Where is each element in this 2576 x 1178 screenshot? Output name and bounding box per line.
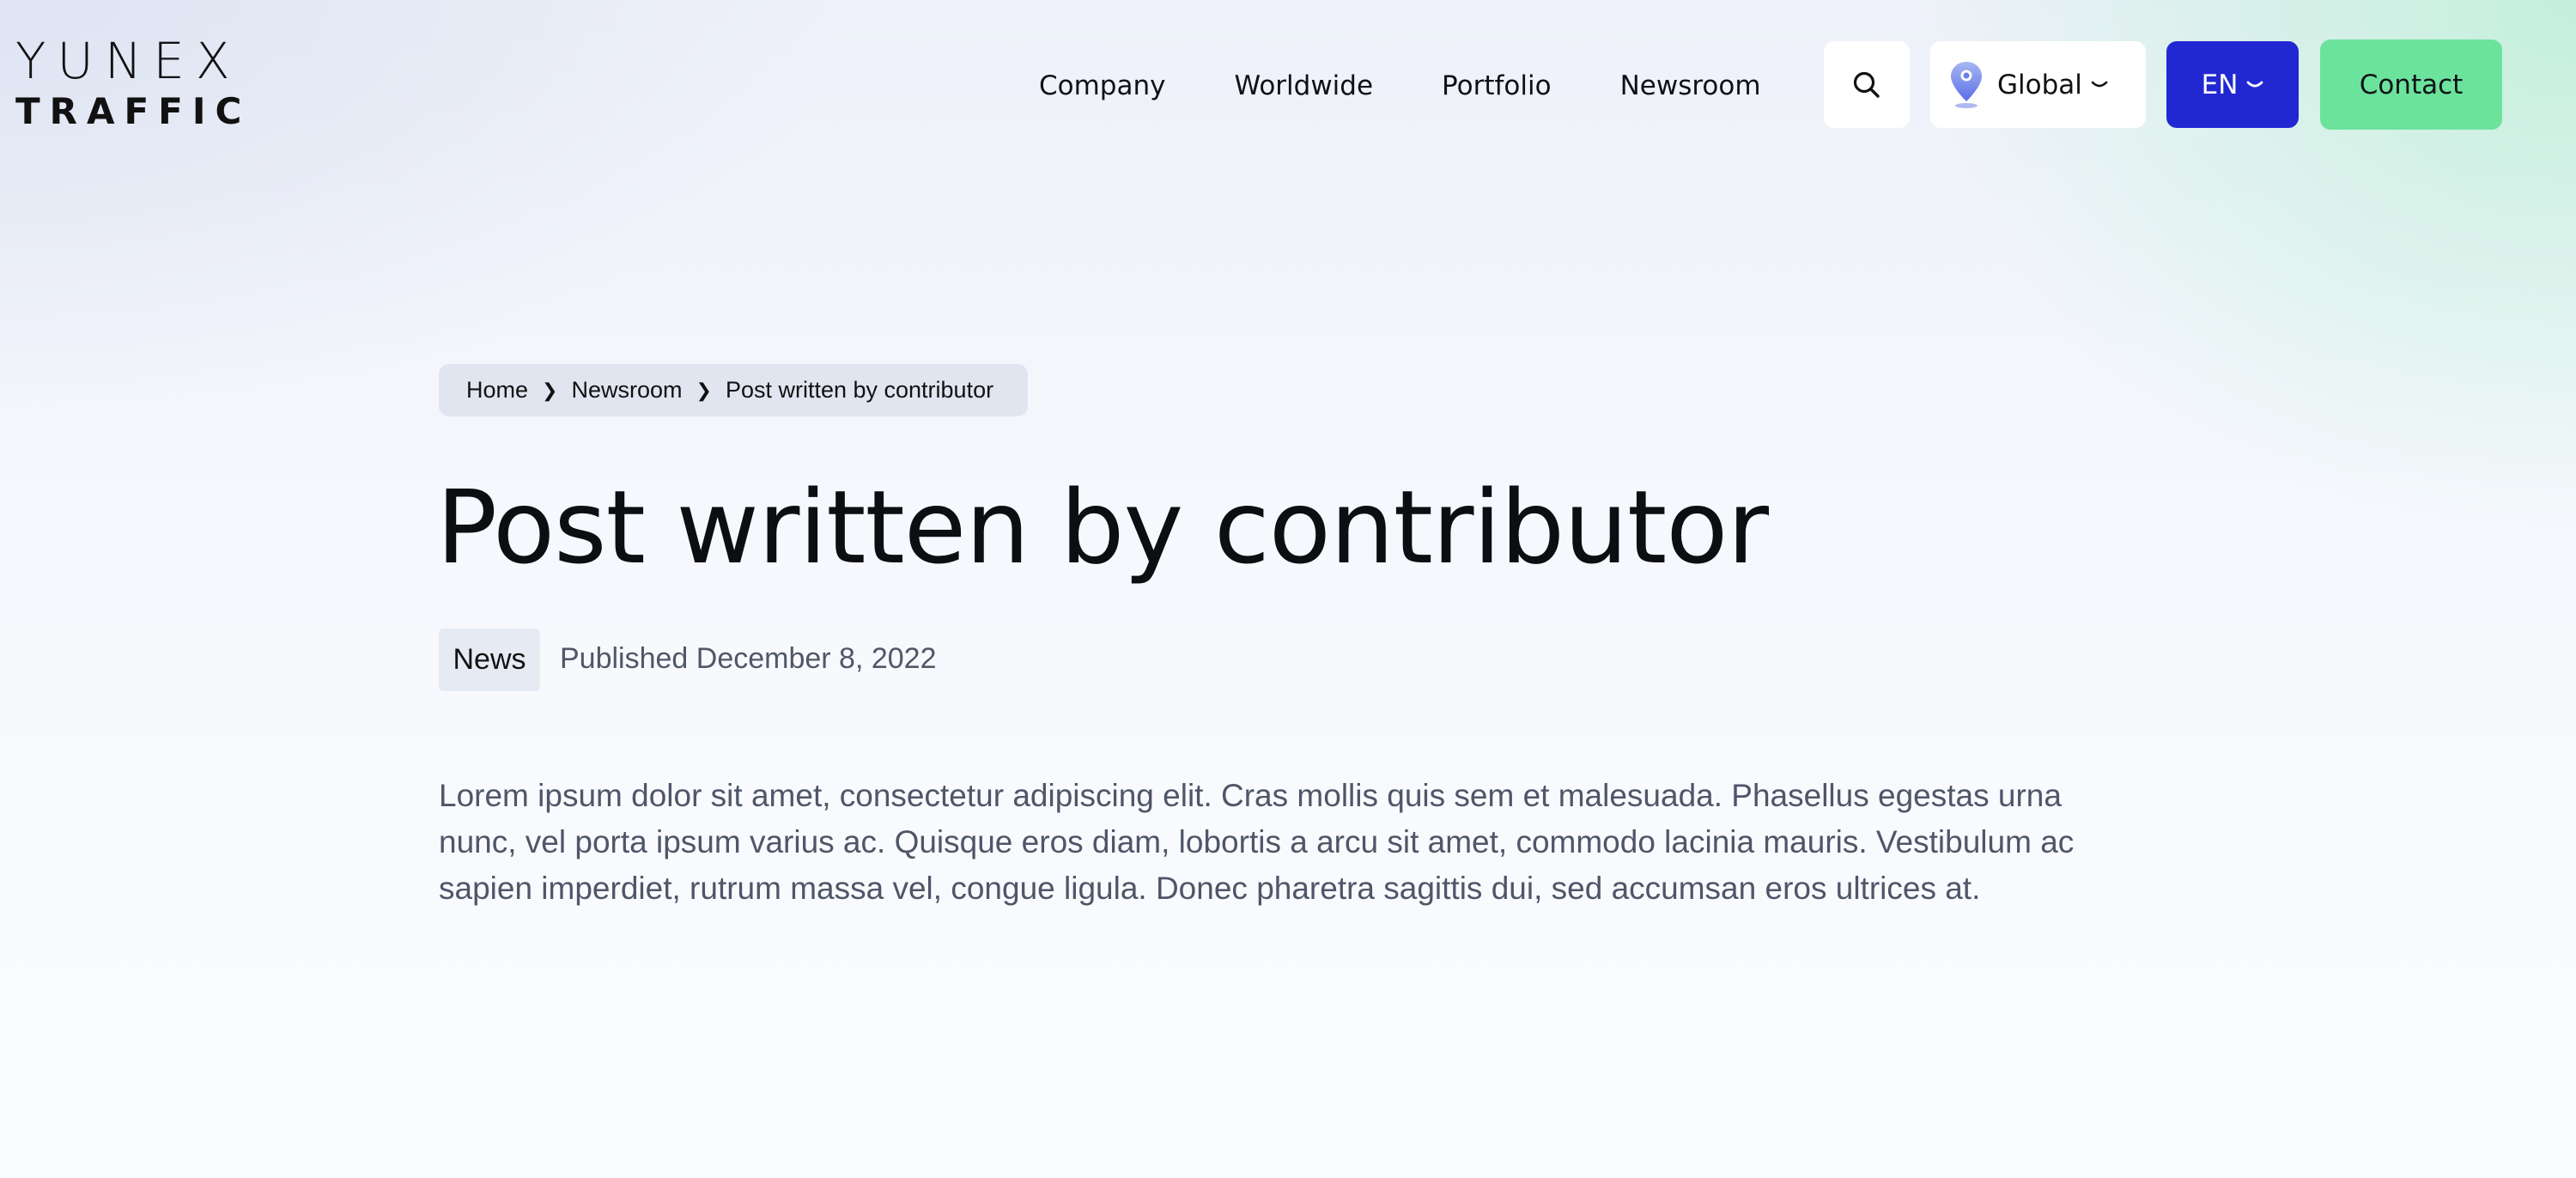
region-label: Global <box>1997 69 2082 100</box>
breadcrumb-newsroom[interactable]: Newsroom <box>571 377 682 404</box>
category-tag[interactable]: News <box>439 628 540 691</box>
nav-item-company[interactable]: Company <box>1039 70 1165 101</box>
search-button[interactable] <box>1824 41 1910 128</box>
contact-button[interactable]: Contact <box>2320 39 2502 130</box>
language-selector[interactable]: EN <box>2166 41 2299 128</box>
search-icon <box>1853 71 1880 98</box>
nav-item-newsroom[interactable]: Newsroom <box>1620 70 1761 101</box>
breadcrumb: Home ❯ Newsroom ❯ Post written by contri… <box>439 364 1028 416</box>
breadcrumb-separator-icon: ❯ <box>542 379 558 401</box>
published-date: Published December 8, 2022 <box>560 642 937 675</box>
chevron-down-icon <box>2091 81 2108 87</box>
chevron-down-icon <box>2246 81 2263 87</box>
region-selector[interactable]: Global <box>1930 41 2146 128</box>
page-title: Post written by contributor <box>436 468 1769 586</box>
breadcrumb-home[interactable]: Home <box>466 377 528 404</box>
article-body: Lorem ipsum dolor sit amet, consectetur … <box>439 778 2075 906</box>
breadcrumb-current: Post written by contributor <box>725 377 994 403</box>
location-pin-icon <box>1951 61 1982 108</box>
brand-logo[interactable]: YUNEX TRAFFIC <box>15 32 252 132</box>
breadcrumb-separator-icon: ❯ <box>696 379 712 401</box>
main-nav: Company Worldwide Portfolio Newsroom <box>1039 64 1761 107</box>
logo-wordmark-top: YUNEX <box>15 32 241 90</box>
nav-item-portfolio[interactable]: Portfolio <box>1442 70 1552 101</box>
contact-label: Contact <box>2359 69 2464 100</box>
logo-wordmark-bottom: TRAFFIC <box>15 90 252 132</box>
nav-item-worldwide[interactable]: Worldwide <box>1234 70 1373 101</box>
language-label: EN <box>2201 69 2239 100</box>
